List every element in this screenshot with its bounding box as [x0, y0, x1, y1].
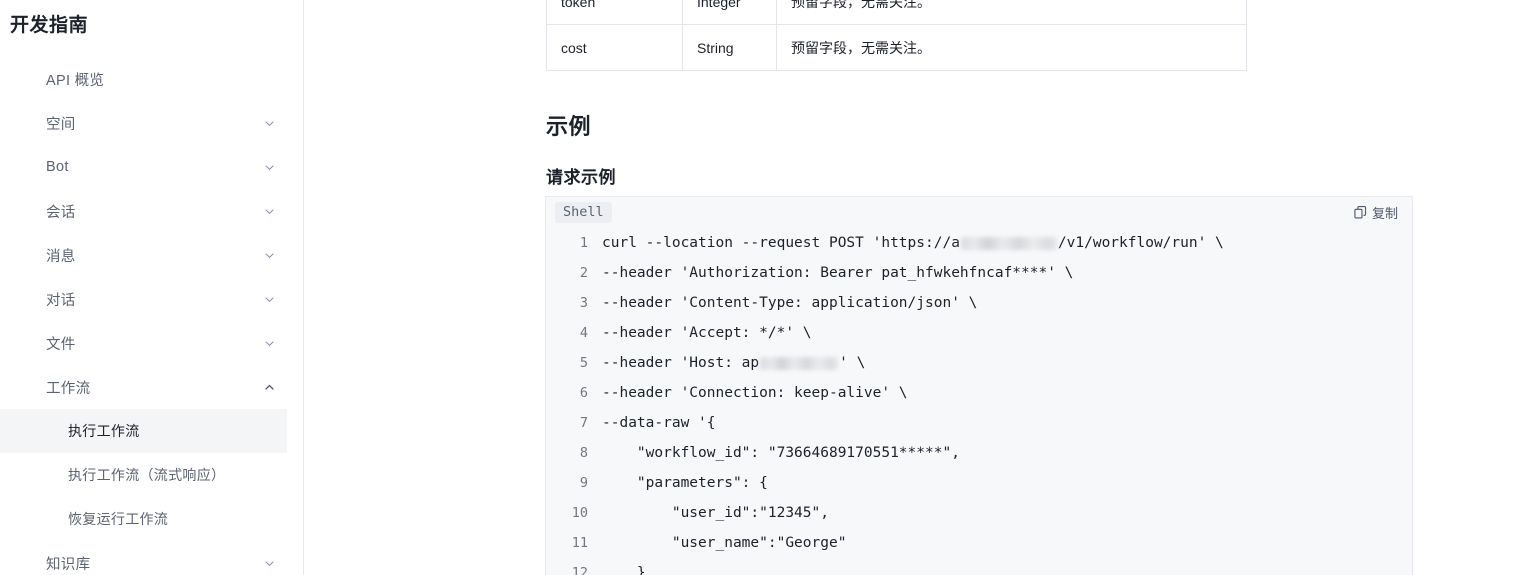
code-line-number: 1	[579, 235, 588, 251]
main-content: token Integer 预留字段，无需关注。 cost String 预留字段，无需关…	[304, 0, 1514, 575]
sidebar-item-4[interactable]: 消息	[0, 233, 303, 277]
code-line-text: }	[602, 565, 646, 575]
sidebar-item-6[interactable]: 文件	[0, 321, 303, 365]
table-row: token Integer 预留字段，无需关注。	[546, 0, 1247, 25]
redacted-text-block	[760, 356, 839, 370]
copy-button-label: 复制	[1371, 206, 1398, 221]
sidebar-item-3[interactable]: 会话	[0, 189, 303, 233]
sidebar-item-label: 对话	[46, 292, 76, 309]
param-type: String	[682, 24, 777, 71]
code-line-number: 9	[579, 475, 588, 491]
sidebar-item-label: 知识库	[46, 556, 91, 573]
copy-code-button[interactable]: 复制	[1354, 203, 1398, 222]
code-line: 11 "user_name":"George"	[546, 528, 1412, 558]
code-line-number: 2	[579, 265, 588, 281]
sidebar-item-label: 执行工作流（流式响应）	[68, 467, 226, 483]
code-line: 2 --header 'Authorization: Bearer pat_hfw…	[546, 258, 1412, 288]
code-line-text-tail: ' \	[839, 355, 866, 371]
sidebar-item-1[interactable]: 空间	[0, 101, 303, 145]
code-line-number: 7	[579, 415, 588, 431]
chevron-down-icon[interactable]	[264, 162, 275, 173]
chevron-down-icon[interactable]	[264, 118, 275, 129]
code-line-text: "parameters": {	[602, 475, 768, 491]
sidebar-item-label: 消息	[46, 248, 76, 265]
sidebar-item-label: 空间	[46, 116, 76, 133]
sidebar-subitem-9[interactable]: 执行工作流（流式响应）	[0, 453, 287, 497]
param-name: token	[546, 0, 683, 25]
code-line-number: 11	[571, 535, 588, 551]
code-line: 4 --header 'Accept: */*' \	[546, 318, 1412, 348]
sidebar-item-label: 会话	[46, 204, 76, 221]
code-line: 3 --header 'Content-Type: application/jso…	[546, 288, 1412, 318]
code-line: 6 --header 'Connection: keep-alive' \	[546, 378, 1412, 408]
code-line-text: --data-raw '{	[602, 415, 716, 431]
chevron-down-icon[interactable]	[264, 338, 275, 349]
chevron-down-icon[interactable]	[264, 250, 275, 261]
sidebar-title: 开发指南	[10, 15, 89, 36]
code-line: 8 "workflow_id": "73664689170551*****",	[546, 438, 1412, 468]
param-name: cost	[546, 24, 683, 71]
chevron-down-icon[interactable]	[264, 206, 275, 217]
code-line-text: --header 'Authorization: Bearer pat_hfwk…	[602, 265, 1074, 281]
sidebar-item-7[interactable]: 工作流	[0, 365, 303, 409]
code-lines: 1 curl --location --request POST 'https:/…	[546, 228, 1412, 575]
code-block-request-example: Shell 复制 1 curl --location --request POST…	[545, 196, 1413, 575]
sidebar-item-label: 执行工作流	[68, 423, 140, 439]
code-line-number: 10	[571, 505, 588, 521]
code-line-text: --header 'Accept: */*' \	[602, 325, 812, 341]
code-line-text-tail: /v1/workflow/run' \	[1057, 235, 1224, 251]
code-line-number: 4	[579, 325, 588, 341]
chevron-up-icon[interactable]	[264, 382, 275, 393]
code-language-label: Shell	[555, 202, 612, 223]
code-line-text: curl --location --request POST 'https://…	[602, 235, 960, 251]
sidebar-item-11[interactable]: 知识库	[0, 541, 303, 575]
sidebar-item-label: 文件	[46, 336, 76, 353]
response-parameters-table: token Integer 预留字段，无需关注。 cost String 预留字段，无需关…	[546, 0, 1247, 71]
sidebar-item-label: 恢复运行工作流	[68, 511, 169, 527]
code-line: 5 --header 'Host: ap ' \	[546, 348, 1412, 378]
code-line: 7 --data-raw '{	[546, 408, 1412, 438]
code-line: 9 "parameters": {	[546, 468, 1412, 498]
sidebar-item-2[interactable]: Bot	[0, 145, 303, 189]
code-line-number: 3	[579, 295, 588, 311]
sidebar-item-label: 工作流	[46, 380, 91, 397]
sidebar-subitem-10[interactable]: 恢复运行工作流	[0, 497, 287, 541]
sidebar: 开发指南 API 概览 空间 Bot 会话消息对话文件工作流执行工作流执行工作流（流式…	[0, 0, 304, 575]
param-description: 预留字段，无需关注。	[776, 24, 1247, 71]
param-description: 预留字段，无需关注。	[776, 0, 1247, 25]
code-line-number: 12	[571, 565, 588, 575]
code-line: 1 curl --location --request POST 'https:/…	[546, 228, 1412, 258]
section-heading-examples: 示例	[546, 114, 592, 139]
subsection-heading-request-example: 请求示例	[546, 168, 616, 187]
copy-icon	[1354, 206, 1367, 219]
sidebar-item-label: API 概览	[46, 72, 105, 89]
param-type: Integer	[682, 0, 777, 25]
code-line-text: "user_name":"George"	[602, 535, 847, 551]
sidebar-subitem-8[interactable]: 执行工作流	[0, 409, 287, 453]
code-line-number: 6	[579, 385, 588, 401]
chevron-down-icon[interactable]	[264, 558, 275, 569]
redacted-text-block	[960, 236, 1057, 250]
chevron-down-icon[interactable]	[264, 294, 275, 305]
documentation-page: 开发指南 API 概览 空间 Bot 会话消息对话文件工作流执行工作流执行工作流（流式…	[0, 0, 1514, 575]
code-line-text: "workflow_id": "73664689170551*****",	[602, 445, 960, 461]
code-line-text: --header 'Connection: keep-alive' \	[602, 385, 908, 401]
code-block-header: Shell 复制	[546, 197, 1412, 228]
sidebar-item-0[interactable]: API 概览	[0, 57, 303, 101]
code-line: 12 }	[546, 558, 1412, 575]
table-row: cost String 预留字段，无需关注。	[546, 24, 1247, 71]
sidebar-item-5[interactable]: 对话	[0, 277, 303, 321]
code-line-text: "user_id":"12345",	[602, 505, 829, 521]
code-line-text: --header 'Host: ap	[602, 355, 760, 371]
sidebar-item-label: Bot	[46, 159, 69, 175]
code-line-number: 8	[579, 445, 588, 461]
sidebar-nav: API 概览 空间 Bot 会话消息对话文件工作流执行工作流执行工作流（流式响应） 恢复…	[0, 57, 303, 575]
code-line-number: 5	[579, 355, 588, 371]
code-line: 10 "user_id":"12345",	[546, 498, 1412, 528]
code-line-text: --header 'Content-Type: application/json…	[602, 295, 978, 311]
